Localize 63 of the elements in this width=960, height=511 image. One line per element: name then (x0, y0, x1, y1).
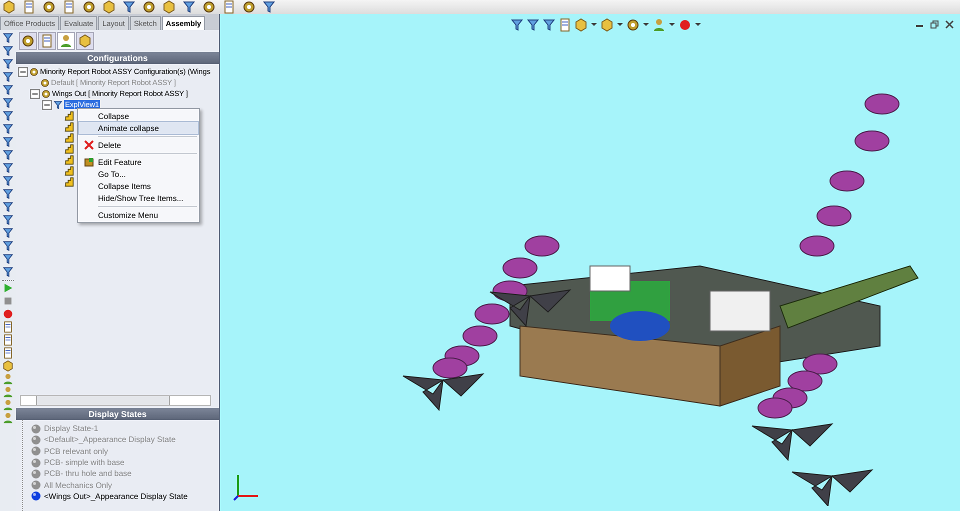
funnel-icon[interactable] (542, 18, 556, 32)
funnel-icon[interactable] (2, 227, 14, 239)
person-icon[interactable] (2, 399, 14, 411)
person-icon[interactable] (59, 34, 73, 48)
display-state-item[interactable]: <Wings Out>_Appearance Display State (44, 492, 188, 501)
restore-icon[interactable] (930, 20, 939, 29)
funnel-icon[interactable] (2, 162, 14, 174)
funnel-icon[interactable] (2, 110, 14, 122)
cube-icon[interactable] (78, 34, 92, 48)
document-icon[interactable] (558, 18, 572, 32)
horizontal-scrollbar[interactable] (20, 395, 211, 406)
funnel-icon[interactable] (2, 58, 14, 70)
funnel-icon[interactable] (2, 188, 14, 200)
document-icon[interactable] (40, 34, 54, 48)
funnel-icon[interactable] (2, 240, 14, 252)
document-icon[interactable] (62, 0, 76, 14)
person-icon[interactable] (2, 386, 14, 398)
funnel-icon[interactable] (2, 214, 14, 226)
person-icon[interactable] (2, 373, 14, 385)
document-icon[interactable] (22, 0, 36, 14)
record-icon[interactable] (678, 18, 692, 32)
funnel-icon[interactable] (2, 84, 14, 96)
collapse-icon[interactable] (30, 88, 40, 98)
menu-item[interactable]: Collapse Items (79, 180, 198, 192)
collapse-icon[interactable] (18, 66, 28, 76)
funnel-icon[interactable] (2, 136, 14, 148)
document-icon[interactable] (2, 334, 14, 346)
menu-item[interactable]: Go To... (79, 168, 198, 180)
funnel-icon (53, 100, 63, 110)
menu-item[interactable]: Delete (79, 139, 198, 151)
funnel-icon[interactable] (2, 71, 14, 83)
document-icon[interactable] (222, 0, 236, 14)
cube-icon[interactable] (2, 360, 14, 372)
menu-item[interactable]: Edit Feature (79, 156, 198, 168)
close-icon (84, 140, 94, 150)
funnel-icon[interactable] (510, 18, 524, 32)
graphics-viewport[interactable] (220, 14, 960, 511)
funnel-icon[interactable] (2, 123, 14, 135)
funnel-icon[interactable] (2, 266, 14, 278)
document-icon[interactable] (2, 347, 14, 359)
funnel-icon[interactable] (2, 201, 14, 213)
cube-icon[interactable] (600, 18, 614, 32)
menu-item[interactable]: Collapse (79, 110, 198, 122)
person-icon[interactable] (2, 412, 14, 424)
menu-item[interactable]: Customize Menu (79, 209, 198, 221)
funnel-icon[interactable] (2, 45, 14, 57)
funnel-icon[interactable] (2, 175, 14, 187)
menu-item[interactable]: Hide/Show Tree Items... (79, 192, 198, 204)
close-icon[interactable] (945, 20, 954, 29)
funnel-icon[interactable] (526, 18, 540, 32)
stop-icon[interactable] (2, 295, 14, 307)
funnel-icon[interactable] (2, 97, 14, 109)
record-icon[interactable] (2, 308, 14, 320)
box-icon (84, 157, 94, 167)
funnel-icon[interactable] (2, 253, 14, 265)
panel-header: Display States (16, 408, 219, 420)
funnel-icon[interactable] (2, 149, 14, 161)
menu-item[interactable]: Animate collapse (79, 122, 198, 134)
cube-icon[interactable] (574, 18, 588, 32)
funnel-icon[interactable] (2, 32, 14, 44)
collapse-icon[interactable] (42, 100, 52, 110)
panel-header: Configurations (16, 52, 219, 64)
document-icon[interactable] (2, 321, 14, 333)
